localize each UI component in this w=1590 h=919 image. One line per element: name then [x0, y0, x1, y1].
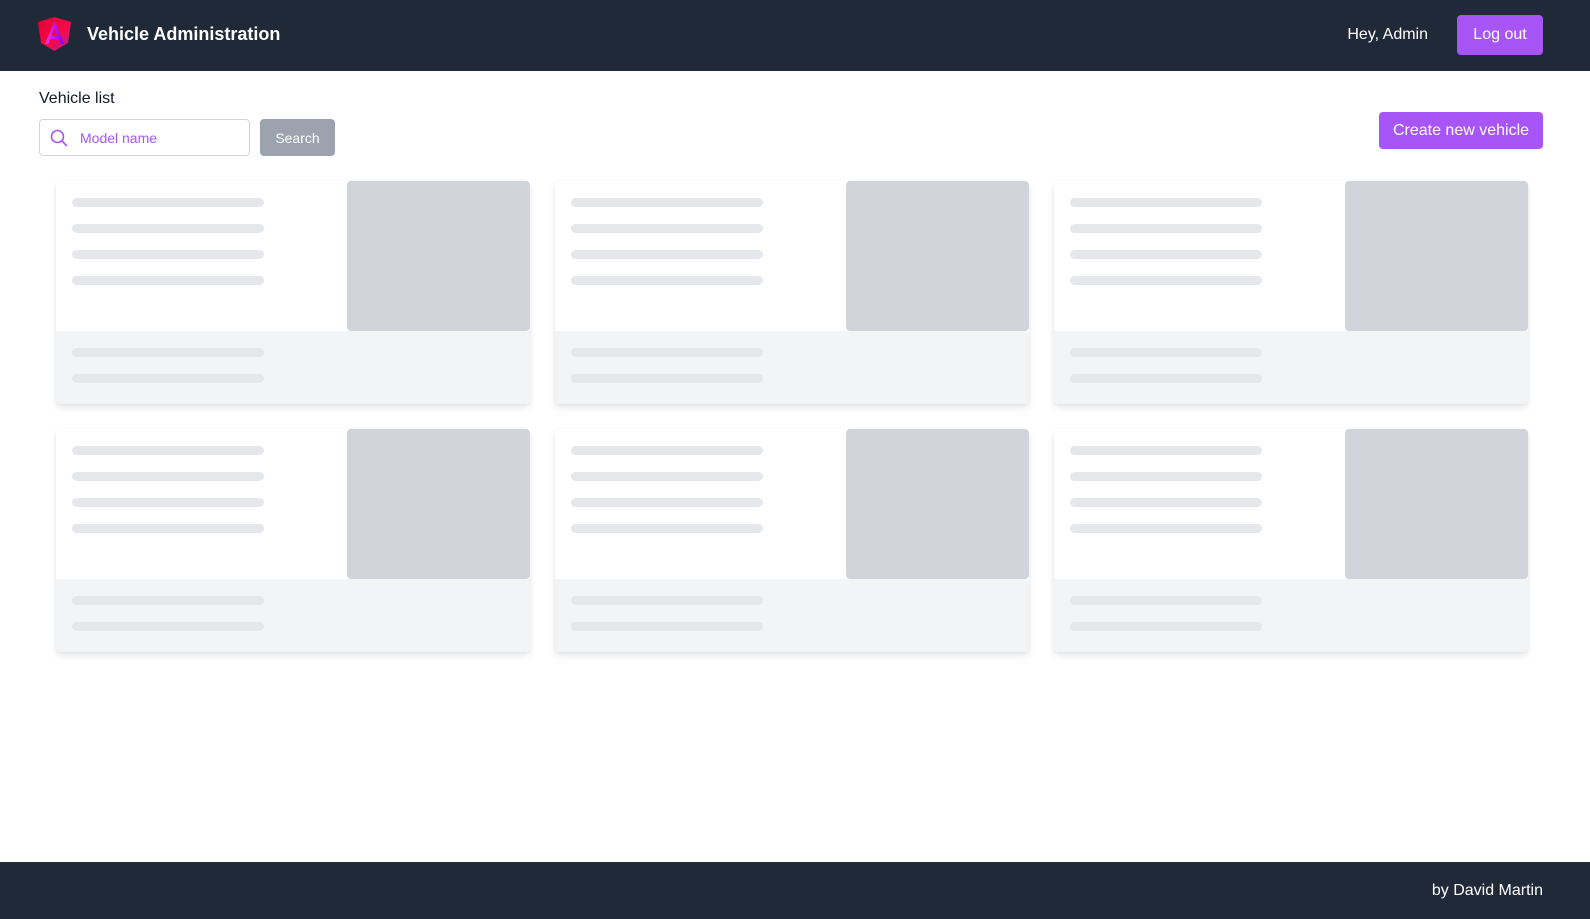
skeleton-text-line	[72, 348, 264, 357]
skeleton-text-line	[571, 498, 763, 507]
image-placeholder	[846, 429, 1029, 579]
skeleton-text-line	[1070, 276, 1262, 285]
search-input[interactable]	[80, 120, 245, 155]
skeleton-text-line	[1070, 596, 1262, 605]
skeleton-text-line	[72, 524, 264, 533]
skeleton-text-line	[571, 524, 763, 533]
image-placeholder	[1345, 429, 1528, 579]
footer: by David Martin	[0, 862, 1590, 919]
skeleton-text-line	[1070, 622, 1262, 631]
vehicle-card-skeleton	[555, 181, 1029, 404]
vehicle-card-skeleton	[56, 429, 530, 652]
card-footer-placeholder	[56, 331, 530, 404]
vehicle-card-skeleton	[1054, 429, 1528, 652]
skeleton-text-line	[571, 446, 763, 455]
skeleton-text-line	[571, 374, 763, 383]
user-greeting: Hey, Admin	[1347, 26, 1428, 43]
vehicle-card-skeleton	[56, 181, 530, 404]
skeleton-text-line	[571, 250, 763, 259]
card-footer-placeholder	[555, 331, 1029, 404]
skeleton-text-line	[72, 596, 264, 605]
search-icon	[50, 129, 68, 147]
image-placeholder	[1345, 181, 1528, 331]
create-vehicle-button[interactable]: Create new vehicle	[1379, 112, 1543, 149]
skeleton-text-line	[72, 498, 264, 507]
skeleton-text-line	[571, 348, 763, 357]
top-navbar: Vehicle Administration Hey, Admin Log ou…	[0, 0, 1590, 71]
app-title: Vehicle Administration	[87, 24, 281, 44]
skeleton-text-line	[1070, 524, 1262, 533]
skeleton-text-line	[72, 446, 264, 455]
skeleton-text-line	[1070, 224, 1262, 233]
skeleton-text-line	[1070, 374, 1262, 383]
vehicle-card-skeleton	[555, 429, 1029, 652]
vehicle-card-skeleton	[1054, 181, 1528, 404]
skeleton-text-line	[72, 472, 264, 481]
image-placeholder	[846, 181, 1029, 331]
card-footer-placeholder	[56, 579, 530, 652]
card-footer-placeholder	[1054, 331, 1528, 404]
image-placeholder	[347, 429, 530, 579]
skeleton-text-line	[571, 596, 763, 605]
skeleton-text-line	[1070, 446, 1262, 455]
skeleton-text-line	[571, 622, 763, 631]
skeleton-text-line	[72, 622, 264, 631]
image-placeholder	[347, 181, 530, 331]
skeleton-text-line	[1070, 250, 1262, 259]
skeleton-text-line	[1070, 498, 1262, 507]
page-title: Vehicle list	[39, 90, 115, 107]
skeleton-text-line	[72, 224, 264, 233]
vehicle-card-grid	[56, 181, 1528, 652]
search-button[interactable]: Search	[260, 119, 335, 156]
footer-credit: by David Martin	[1431, 882, 1543, 899]
skeleton-text-line	[72, 250, 264, 259]
card-footer-placeholder	[1054, 579, 1528, 652]
card-footer-placeholder	[555, 579, 1029, 652]
skeleton-text-line	[72, 276, 264, 285]
skeleton-text-line	[1070, 472, 1262, 481]
skeleton-text-line	[571, 198, 763, 207]
skeleton-text-line	[72, 198, 264, 207]
angular-logo-icon	[38, 17, 71, 51]
skeleton-text-line	[1070, 198, 1262, 207]
skeleton-text-line	[72, 374, 264, 383]
skeleton-text-line	[571, 224, 763, 233]
search-field[interactable]	[39, 119, 250, 156]
skeleton-text-line	[1070, 348, 1262, 357]
skeleton-text-line	[571, 276, 763, 285]
logout-button[interactable]: Log out	[1457, 15, 1543, 55]
skeleton-text-line	[571, 472, 763, 481]
